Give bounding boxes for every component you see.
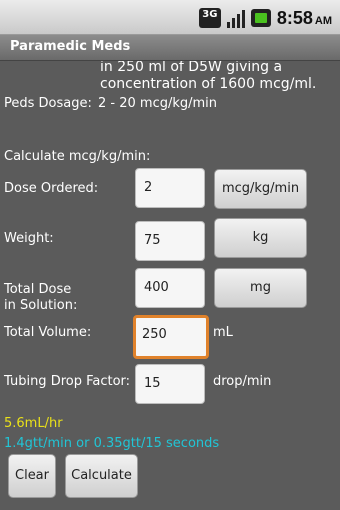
dose-unit-button[interactable]: mcg/kg/min — [214, 169, 307, 209]
tubing-drop-factor-label: Tubing Drop Factor: — [4, 374, 131, 389]
result-drip: 1.4gtt/min or 0.35gtt/15 seconds — [4, 436, 220, 451]
tubing-drop-factor-unit: drop/min — [213, 374, 272, 389]
dose-ordered-input[interactable]: 2 — [135, 168, 205, 208]
total-volume-label: Total Volume: — [4, 325, 92, 340]
clock-ampm: AM — [314, 14, 332, 27]
calculate-button[interactable]: Calculate — [65, 454, 138, 498]
clock-time: 8:58 — [276, 7, 313, 28]
peds-dosage-label: Peds Dosage: — [4, 96, 92, 111]
battery-icon — [250, 9, 271, 27]
total-dose-input[interactable]: 400 — [135, 268, 205, 308]
peds-dosage-value: 2 - 20 mcg/kg/min — [98, 96, 218, 111]
weight-input[interactable]: 75 — [135, 221, 205, 261]
signal-strength-icon — [226, 8, 245, 28]
dose-ordered-label: Dose Ordered: — [4, 181, 99, 196]
result-rate: 5.6mL/hr — [4, 416, 63, 431]
app-title: Paramedic Meds — [10, 39, 131, 54]
total-dose-label-2: in Solution: — [4, 298, 78, 313]
main-content: in 250 ml of D5W giving a concentration … — [0, 61, 340, 510]
tubing-drop-factor-input[interactable]: 15 — [135, 364, 205, 404]
info-line-2: concentration of 1600 mcg/ml. — [100, 76, 317, 92]
total-volume-input[interactable]: 250 — [133, 315, 209, 359]
weight-unit-button[interactable]: kg — [214, 218, 307, 258]
total-volume-unit: mL — [213, 325, 233, 340]
total-dose-unit-button[interactable]: mg — [214, 268, 307, 308]
weight-label: Weight: — [4, 231, 54, 246]
total-dose-label-1: Total Dose — [4, 282, 72, 297]
status-time: 8:58 AM — [277, 8, 332, 29]
clear-button[interactable]: Clear — [8, 454, 56, 498]
section-title: Calculate mcg/kg/min: — [4, 149, 151, 164]
network-type-icon: 3G — [198, 8, 221, 28]
status-bar: 3G 8:58 AM — [0, 0, 340, 35]
app-title-bar: Paramedic Meds — [0, 35, 340, 61]
status-icons: 3G 8:58 AM — [198, 7, 332, 29]
info-line-1: in 250 ml of D5W giving a — [100, 61, 283, 75]
